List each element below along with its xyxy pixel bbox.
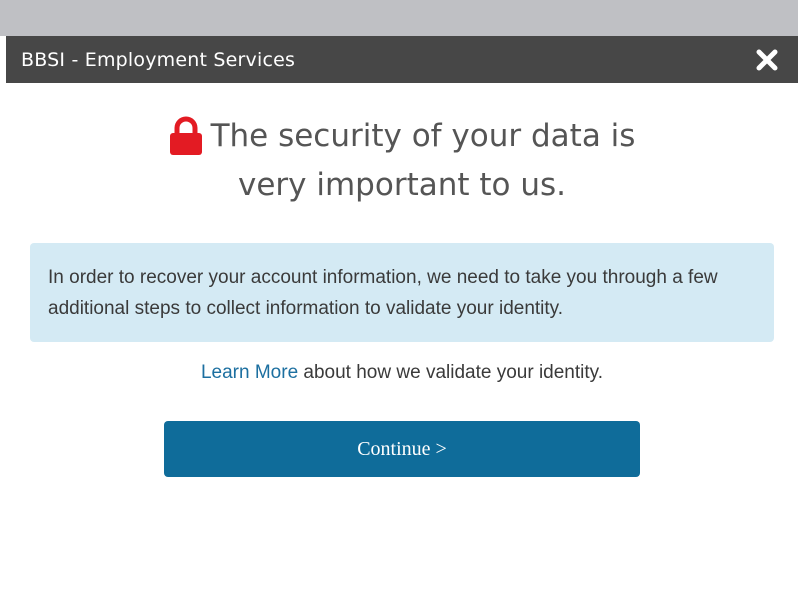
page-backdrop xyxy=(0,0,798,36)
dialog-titlebar: BBSI - Employment Services xyxy=(6,36,798,83)
security-heading: The security of your data is very import… xyxy=(6,116,798,205)
info-text: In order to recover your account informa… xyxy=(48,267,718,319)
security-dialog: BBSI - Employment Services The security … xyxy=(6,36,798,603)
heading-line-2: very important to us. xyxy=(238,167,566,203)
learn-more-link[interactable]: Learn More xyxy=(201,362,298,383)
close-icon[interactable] xyxy=(754,47,780,73)
learn-more-line: Learn More about how we validate your id… xyxy=(6,362,798,384)
continue-button[interactable]: Continue > xyxy=(164,421,640,477)
dialog-title: BBSI - Employment Services xyxy=(21,48,296,71)
info-message: In order to recover your account informa… xyxy=(30,243,774,342)
learn-more-text: about how we validate your identity. xyxy=(298,362,604,383)
heading-line-1: The security of your data is xyxy=(210,117,636,154)
lock-icon xyxy=(169,116,202,155)
